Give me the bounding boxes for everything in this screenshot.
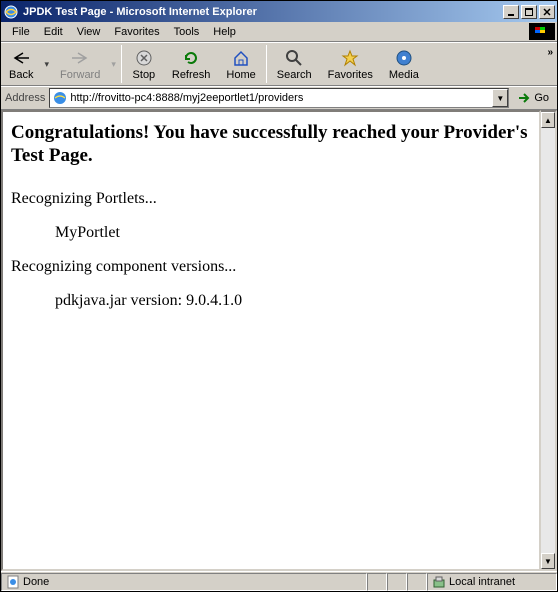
status-pane: Done [1, 573, 367, 591]
menu-favorites[interactable]: Favorites [107, 24, 166, 40]
scroll-up-icon[interactable]: ▲ [541, 112, 555, 128]
address-bar: Address ▼ Go [1, 86, 557, 110]
back-button[interactable]: Back [1, 46, 41, 83]
vertical-scrollbar[interactable]: ▲ ▼ [541, 110, 557, 571]
done-page-icon [6, 575, 20, 589]
menu-bar: File Edit View Favorites Tools Help [1, 22, 557, 42]
home-icon [231, 48, 251, 68]
go-button[interactable]: Go [513, 91, 553, 105]
search-icon [284, 48, 304, 68]
address-label: Address [5, 92, 45, 104]
toolbar: Back ▾ Forward ▾ Stop Refresh Home Searc… [1, 42, 557, 86]
scroll-track[interactable] [541, 128, 555, 553]
status-pane-empty [367, 573, 387, 591]
status-text: Done [23, 576, 49, 588]
address-field-wrap: ▼ [49, 88, 509, 108]
menu-help[interactable]: Help [206, 24, 243, 40]
favorites-star-icon [340, 48, 360, 68]
close-button[interactable] [539, 5, 555, 19]
search-button[interactable]: Search [269, 46, 320, 83]
viewport: Congratulations! You have successfully r… [1, 110, 557, 571]
back-dropdown-icon[interactable]: ▾ [41, 59, 52, 70]
back-arrow-icon [11, 48, 31, 68]
stop-button[interactable]: Stop [124, 46, 164, 83]
page-heading: Congratulations! You have successfully r… [11, 122, 531, 168]
maximize-button[interactable] [521, 5, 537, 19]
menu-view[interactable]: View [70, 24, 108, 40]
forward-arrow-icon [70, 48, 90, 68]
ie-throbber-icon [529, 23, 555, 40]
menu-tools[interactable]: Tools [167, 24, 207, 40]
security-zone-pane: Local intranet [427, 573, 557, 591]
recognizing-versions-text: Recognizing component versions... [11, 258, 531, 276]
address-dropdown-icon[interactable]: ▼ [492, 89, 508, 107]
scroll-down-icon[interactable]: ▼ [541, 553, 555, 569]
page-icon [52, 90, 68, 106]
intranet-zone-icon [432, 575, 446, 589]
title-bar: JPDK Test Page - Microsoft Internet Expl… [1, 1, 557, 22]
minimize-button[interactable] [503, 5, 519, 19]
ie-app-icon [3, 4, 19, 20]
media-icon [394, 48, 414, 68]
address-input[interactable] [70, 90, 492, 106]
toolbar-overflow-icon[interactable]: » [547, 47, 553, 58]
status-pane-empty [387, 573, 407, 591]
page-content: Congratulations! You have successfully r… [1, 110, 541, 571]
home-button[interactable]: Home [218, 46, 263, 83]
media-button[interactable]: Media [381, 46, 427, 83]
toolbar-separator [121, 45, 122, 83]
forward-dropdown-icon[interactable]: ▾ [108, 59, 119, 70]
portlet-name: MyPortlet [55, 224, 531, 242]
stop-icon [134, 48, 154, 68]
status-bar: Done Local intranet [1, 571, 557, 591]
security-zone-text: Local intranet [449, 576, 515, 588]
refresh-button[interactable]: Refresh [164, 46, 219, 83]
toolbar-separator [266, 45, 267, 83]
forward-button: Forward [52, 46, 108, 83]
component-version: pdkjava.jar version: 9.0.4.1.0 [55, 292, 531, 310]
status-pane-empty [407, 573, 427, 591]
menu-edit[interactable]: Edit [37, 24, 70, 40]
window-title: JPDK Test Page - Microsoft Internet Expl… [23, 6, 503, 18]
favorites-button[interactable]: Favorites [320, 46, 381, 83]
go-arrow-icon [517, 91, 531, 105]
refresh-icon [181, 48, 201, 68]
recognizing-portlets-text: Recognizing Portlets... [11, 190, 531, 208]
menu-file[interactable]: File [5, 24, 37, 40]
